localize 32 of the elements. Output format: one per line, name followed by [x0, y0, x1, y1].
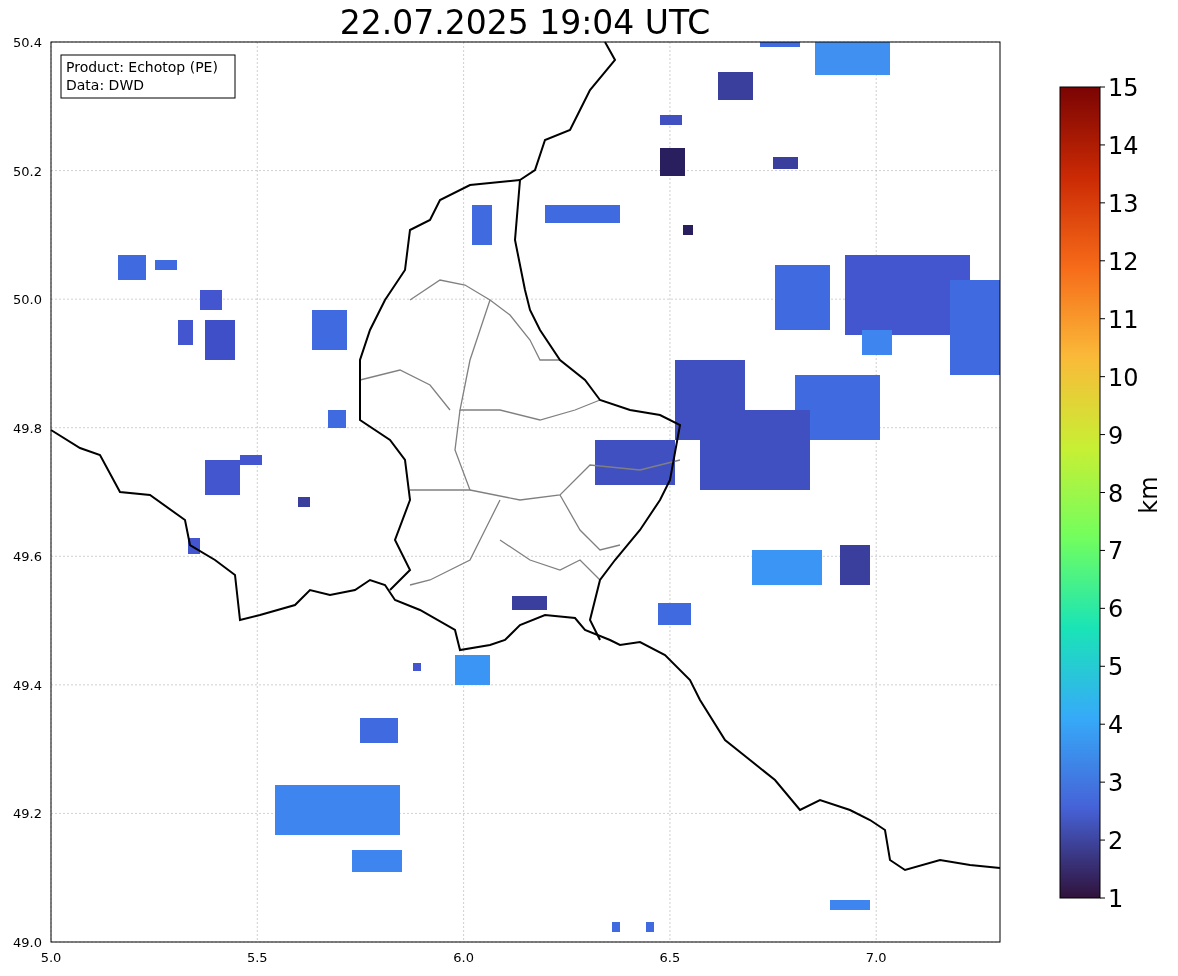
y-tick-label: 49.6 [13, 549, 42, 565]
colorbar-tick-label: 2 [1108, 827, 1124, 856]
info-text: Product: Echotop (PE) [66, 59, 218, 75]
colorbar-tick-label: 9 [1108, 421, 1124, 450]
colorbar-tick-label: 10 [1108, 363, 1139, 392]
colorbar-tick-label: 14 [1108, 131, 1139, 160]
info-text: Data: DWD [66, 77, 144, 93]
colorbar-tick-label: 15 [1108, 74, 1139, 102]
colorbar-tick-label: 1 [1108, 885, 1124, 913]
colorbar-tick-label: 8 [1108, 479, 1124, 508]
y-tick-label: 49.0 [13, 935, 42, 950]
x-tick-label: 6.5 [659, 950, 681, 965]
x-tick-label: 7.0 [865, 950, 887, 965]
y-tick-label: 50.2 [13, 163, 42, 179]
colorbar-label: km [1135, 476, 1163, 514]
colorbar-tick-label: 3 [1108, 769, 1124, 798]
y-tick-label: 49.4 [13, 677, 42, 693]
y-tick-label: 49.2 [13, 806, 42, 822]
colorbar-tick-label: 7 [1108, 537, 1124, 566]
colorbar-tick-label: 4 [1108, 711, 1124, 740]
y-tick-label: 50.4 [13, 36, 42, 50]
colorbar-tick-label: 5 [1108, 653, 1124, 682]
colorbar-tick-label: 12 [1108, 247, 1139, 276]
colorbar-tick-label: 6 [1108, 595, 1124, 624]
colorbar-tick-label: 11 [1108, 305, 1139, 334]
chart-title: 22.07.2025 19:04 UTC [339, 2, 711, 42]
colorbar-tick-label: 13 [1108, 189, 1139, 218]
x-tick-label: 5.5 [246, 950, 268, 965]
x-tick-label: 6.0 [453, 950, 474, 965]
y-tick-label: 50.0 [13, 292, 42, 308]
x-tick-label: 5.0 [40, 950, 62, 965]
y-tick-label: 49.8 [13, 420, 42, 436]
